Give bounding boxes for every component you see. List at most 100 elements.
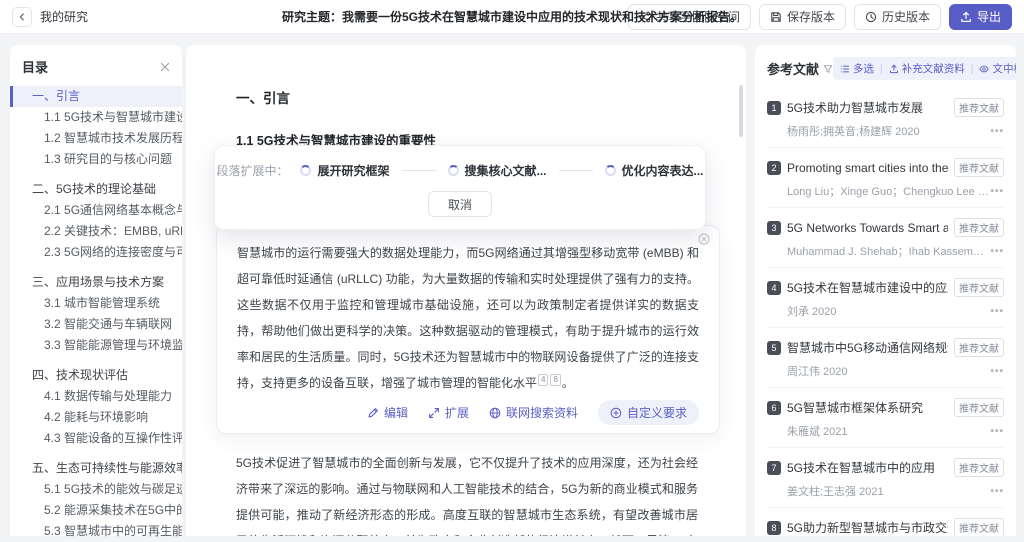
list-icon [840, 64, 850, 74]
recommended-badge: 推荐文献 [954, 338, 1004, 357]
references-toolbar: 多选 | 补充文献资料 | 文中标记 [833, 57, 1016, 80]
recommended-badge: 推荐文献 [954, 458, 1004, 477]
step-separator [559, 170, 593, 171]
toc-item[interactable]: 4.3 智能设备的互操作性评估 [10, 428, 182, 449]
expand-button[interactable]: 扩展 [428, 404, 469, 421]
card-close-icon[interactable] [698, 233, 710, 245]
recommended-badge: 推荐文献 [954, 98, 1004, 117]
citation-marker[interactable]: 4 [538, 374, 548, 386]
toc-item[interactable]: 3.2 智能交通与车辆联网 [10, 314, 182, 335]
upload-icon [889, 64, 899, 74]
toc-item[interactable]: 3.1 城市智能管理系统 [10, 293, 182, 314]
toc-item[interactable]: 一、引言 [10, 86, 182, 107]
reference-title[interactable]: 智慧城市中5G移动通信网络规划的探析 [787, 339, 948, 356]
eye-icon [979, 64, 989, 74]
research-topic-title: 研究主题：我需要一份5G技术在智慧城市建设中应用的技术现状和技术方案分析报告。 [282, 8, 742, 25]
reference-item[interactable]: 2 Promoting smart cities into the 5G era… [767, 148, 1004, 208]
reference-item[interactable]: 1 5G技术助力智慧城市发展 推荐文献 杨雨彤;拥英音;杨建辉 2020 ••• [767, 88, 1004, 148]
toc-item[interactable]: 三、应用场景与技术方案 [10, 272, 182, 293]
toc-title: 目录 [22, 57, 48, 76]
reference-number-badge: 3 [767, 221, 781, 235]
cancel-button[interactable]: 取消 [428, 191, 492, 217]
toc-item[interactable]: 4.2 能耗与环境影响 [10, 407, 182, 428]
history-version-button[interactable]: 历史版本 [854, 4, 941, 30]
toc-item[interactable]: 2.3 5G网络的连接密度与可... [10, 242, 182, 263]
reference-title[interactable]: 5G智慧城市框架体系研究 [787, 399, 948, 416]
filter-icon[interactable] [823, 64, 833, 74]
more-options-icon[interactable]: ••• [990, 486, 1004, 497]
reference-list: 1 5G技术助力智慧城市发展 推荐文献 杨雨彤;拥英音;杨建辉 2020 •••… [755, 88, 1016, 536]
more-options-icon[interactable]: ••• [990, 366, 1004, 377]
export-button[interactable]: 导出 [949, 4, 1012, 30]
expansion-step: 优化内容表达... [605, 162, 704, 179]
document-panel: 一、引言 1.1 5G技术与智慧城市建设的重要性 智慧城市的运行需要强大的数据处… [186, 45, 746, 536]
supplement-references-button[interactable]: 补充文献资料 [889, 61, 965, 76]
more-options-icon[interactable]: ••• [990, 426, 1004, 437]
citation-marker[interactable]: 8 [550, 374, 560, 386]
toc-item[interactable]: 5.3 智慧城市中的可再生能... [10, 521, 182, 542]
more-options-icon[interactable]: ••• [990, 246, 1004, 257]
back-label[interactable]: 我的研究 [40, 8, 88, 25]
toc-item[interactable]: 二、5G技术的理论基础 [10, 179, 182, 200]
reference-number-badge: 4 [767, 281, 781, 295]
selected-paragraph-card[interactable]: 智慧城市的运行需要强大的数据处理能力，而5G网络通过其增强型移动宽带 (eMBB… [216, 225, 720, 434]
section-heading: 一、引言 [236, 87, 698, 107]
recommended-badge: 推荐文献 [954, 218, 1004, 237]
reference-authors: Muhammad J. Shehab；Ihab Kassem；Adeeb A. … [787, 243, 990, 259]
top-bar: 我的研究 研究主题：我需要一份5G技术在智慧城市建设中应用的技术现状和技术方案分… [0, 0, 1024, 34]
custom-requirement-button[interactable]: 自定义要求 [598, 400, 699, 425]
reference-item[interactable]: 6 5G智慧城市框架体系研究 推荐文献 朱雁斌 2021 ••• [767, 388, 1004, 448]
reference-number-badge: 7 [767, 461, 781, 475]
more-options-icon[interactable]: ••• [990, 306, 1004, 317]
edit-button[interactable]: 编辑 [367, 404, 408, 421]
more-options-icon[interactable]: ••• [990, 126, 1004, 137]
selection-toolbar: 编辑 扩展 联网搜索资料 [237, 400, 699, 425]
reference-item[interactable]: 4 5G技术在智慧城市建设中的应用 推荐文献 刘承 2020 ••• [767, 268, 1004, 328]
export-icon [960, 11, 972, 23]
toc-item[interactable]: 2.1 5G通信网络基本概念与... [10, 200, 182, 221]
toc-item[interactable]: 四、技术现状评估 [10, 365, 182, 386]
expansion-steps: 展开研究框架搜集核心文献...优化内容表达... [300, 162, 703, 179]
toc-item[interactable]: 五、生态可持续性与能源效率 [10, 458, 182, 479]
reference-number-badge: 8 [767, 521, 781, 535]
reference-item[interactable]: 3 5G Networks Towards Smart and Sustaina… [767, 208, 1004, 268]
globe-icon [489, 407, 501, 419]
reference-item[interactable]: 5 智慧城市中5G移动通信网络规划的探析 推荐文献 周江伟 2020 ••• [767, 328, 1004, 388]
reference-title[interactable]: 5G技术在智慧城市中的应用 [787, 459, 948, 476]
expansion-step: 搜集核心文献... [448, 162, 547, 179]
reference-authors: 刘承 2020 [787, 303, 837, 319]
paragraph-2: 5G技术促进了智慧城市的全面创新与发展，它不仅提升了技术的应用深度，还为社会经济… [236, 450, 698, 536]
reference-title[interactable]: 5G Networks Towards Smart and Sustaina..… [787, 221, 948, 235]
recommended-badge: 推荐文献 [954, 398, 1004, 417]
reference-title[interactable]: 5G技术助力智慧城市发展 [787, 99, 948, 116]
mark-in-text-button[interactable]: 文中标记 [979, 61, 1016, 76]
toc-item[interactable]: 3.3 智能能源管理与环境监测 [10, 335, 182, 356]
plus-circle-icon [610, 407, 622, 419]
toc-item[interactable]: 5.1 5G技术的能效与碳足迹... [10, 479, 182, 500]
reference-item[interactable]: 7 5G技术在智慧城市中的应用 推荐文献 姜文柱;王志强 2021 ••• [767, 448, 1004, 508]
expansion-status-label: 段落扩展中： [216, 162, 288, 179]
spinner-icon [300, 165, 311, 176]
pencil-icon [367, 407, 379, 419]
toc-item[interactable]: 1.1 5G技术与智慧城市建设... [10, 107, 182, 128]
chevron-left-icon [17, 12, 27, 22]
web-search-button[interactable]: 联网搜索资料 [489, 404, 578, 421]
recommended-badge: 推荐文献 [954, 278, 1004, 297]
multi-select-button[interactable]: 多选 [840, 61, 874, 76]
back-button[interactable] [12, 7, 32, 27]
more-options-icon[interactable]: ••• [990, 186, 1004, 197]
toc-item[interactable]: 1.3 研究目的与核心问题 [10, 149, 182, 170]
toc-item[interactable]: 5.2 能源采集技术在5G中的... [10, 500, 182, 521]
reference-title[interactable]: 5G助力新型智慧城市与市政交通基础设施发... [787, 519, 948, 536]
toc-item[interactable]: 1.2 智慧城市技术发展历程... [10, 128, 182, 149]
reference-title[interactable]: Promoting smart cities into the 5G era w… [787, 161, 948, 175]
reference-title[interactable]: 5G技术在智慧城市建设中的应用 [787, 279, 948, 296]
expand-icon [428, 407, 440, 419]
toc-item[interactable]: 2.2 关键技术：EMBB, uRLL... [10, 221, 182, 242]
reference-item[interactable]: 8 5G助力新型智慧城市与市政交通基础设施发... 推荐文献 胡智群 2021 … [767, 508, 1004, 536]
spinner-icon [605, 165, 616, 176]
save-version-button[interactable]: 保存版本 [759, 4, 846, 30]
toc-close-icon[interactable] [160, 62, 170, 72]
toc-item[interactable]: 4.1 数据传输与处理能力 [10, 386, 182, 407]
step-separator [402, 170, 436, 171]
